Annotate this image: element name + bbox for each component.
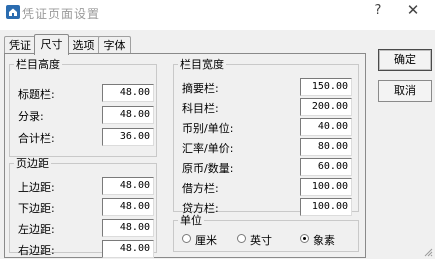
top-margin-label: 上边距:	[18, 181, 55, 194]
title-row-label: 标题栏:	[18, 88, 55, 101]
window-title: 凭证页面设置	[22, 7, 101, 21]
field-row: 左边距: 48.00	[18, 219, 154, 237]
field-row: 科目栏: 200.00	[182, 98, 354, 116]
units-group: 单位 厘米 英寸 象素	[173, 212, 359, 252]
title-bar: 凭证页面设置 ? ✕	[0, 0, 435, 30]
field-row: 标题栏: 48.00	[18, 84, 154, 102]
rate-price-label: 汇率/单价:	[182, 142, 234, 155]
total-row-label: 合计栏:	[18, 132, 55, 145]
entry-label: 分录:	[18, 110, 44, 123]
field-row: 合计栏: 36.00	[18, 128, 154, 146]
currency-unit-width-input[interactable]: 40.00	[300, 118, 352, 136]
margins-title: 页边距	[16, 157, 49, 170]
rate-price-width-input[interactable]: 80.00	[300, 138, 352, 156]
radio-cm-label: 厘米	[195, 234, 217, 247]
title-row-height-input[interactable]: 48.00	[102, 84, 154, 102]
field-row: 原币/数量: 60.00	[182, 158, 354, 176]
top-margin-input[interactable]: 48.00	[102, 177, 154, 195]
left-margin-input[interactable]: 48.00	[102, 219, 154, 237]
right-margin-label: 右边距:	[18, 244, 55, 257]
field-row: 汇率/单价: 80.00	[182, 138, 354, 156]
original-qty-label: 原币/数量:	[182, 162, 234, 175]
dialog-body: 凭证 尺寸 选项 字体 栏目高度 标题栏: 48.00 分录: 48.00 合计…	[0, 30, 435, 259]
field-row: 分录: 48.00	[18, 106, 154, 124]
entry-height-input[interactable]: 48.00	[102, 106, 154, 124]
bottom-margin-label: 下边距:	[18, 202, 55, 215]
house-icon	[6, 5, 20, 19]
units-radio-row: 厘米 英寸 象素	[182, 232, 354, 248]
close-button[interactable]: ✕	[403, 1, 423, 19]
right-margin-input[interactable]: 48.00	[102, 240, 154, 258]
total-row-height-input[interactable]: 36.00	[102, 128, 154, 146]
help-button[interactable]: ?	[368, 3, 388, 18]
radio-inch-label: 英寸	[250, 234, 272, 247]
tab-font[interactable]: 字体	[98, 36, 131, 54]
field-row: 下边距: 48.00	[18, 198, 154, 216]
column-width-title: 栏目宽度	[180, 58, 224, 71]
account-column-label: 科目栏:	[182, 102, 219, 115]
radio-cm-circle[interactable]	[182, 234, 191, 243]
debit-width-input[interactable]: 100.00	[300, 178, 352, 196]
account-width-input[interactable]: 200.00	[300, 98, 352, 116]
left-margin-label: 左边距:	[18, 223, 55, 236]
original-qty-width-input[interactable]: 60.00	[300, 158, 352, 176]
resize-grip-icon[interactable]	[423, 247, 433, 257]
column-width-group: 栏目宽度 摘要栏: 150.00 科目栏: 200.00 币别/单位: 40.0…	[173, 56, 359, 216]
tab-voucher[interactable]: 凭证	[4, 36, 36, 54]
size-tab-panel: 栏目高度 标题栏: 48.00 分录: 48.00 合计栏: 36.00 页边距…	[4, 53, 366, 258]
radio-pixel-circle[interactable]	[300, 234, 309, 243]
cancel-button[interactable]: 取消	[378, 80, 432, 102]
field-row: 摘要栏: 150.00	[182, 78, 354, 96]
debit-column-label: 借方栏:	[182, 182, 219, 195]
summary-width-input[interactable]: 150.00	[300, 78, 352, 96]
field-row: 右边距: 48.00	[18, 240, 154, 258]
field-row: 上边距: 48.00	[18, 177, 154, 195]
column-height-title: 栏目高度	[16, 58, 60, 71]
radio-pixel-label: 象素	[313, 234, 335, 247]
summary-column-label: 摘要栏:	[182, 82, 219, 95]
tab-options[interactable]: 选项	[67, 36, 100, 54]
ok-button[interactable]: 确定	[378, 49, 432, 71]
field-row: 借方栏: 100.00	[182, 178, 354, 196]
bottom-margin-input[interactable]: 48.00	[102, 198, 154, 216]
currency-unit-label: 币别/单位:	[182, 122, 234, 135]
margins-group: 页边距 上边距: 48.00 下边距: 48.00 左边距: 48.00 右边距…	[9, 155, 157, 258]
radio-inch-circle[interactable]	[237, 234, 246, 243]
tab-size[interactable]: 尺寸	[34, 34, 69, 55]
field-row: 币别/单位: 40.00	[182, 118, 354, 136]
column-height-group: 栏目高度 标题栏: 48.00 分录: 48.00 合计栏: 36.00	[9, 56, 157, 157]
units-title: 单位	[180, 214, 202, 227]
